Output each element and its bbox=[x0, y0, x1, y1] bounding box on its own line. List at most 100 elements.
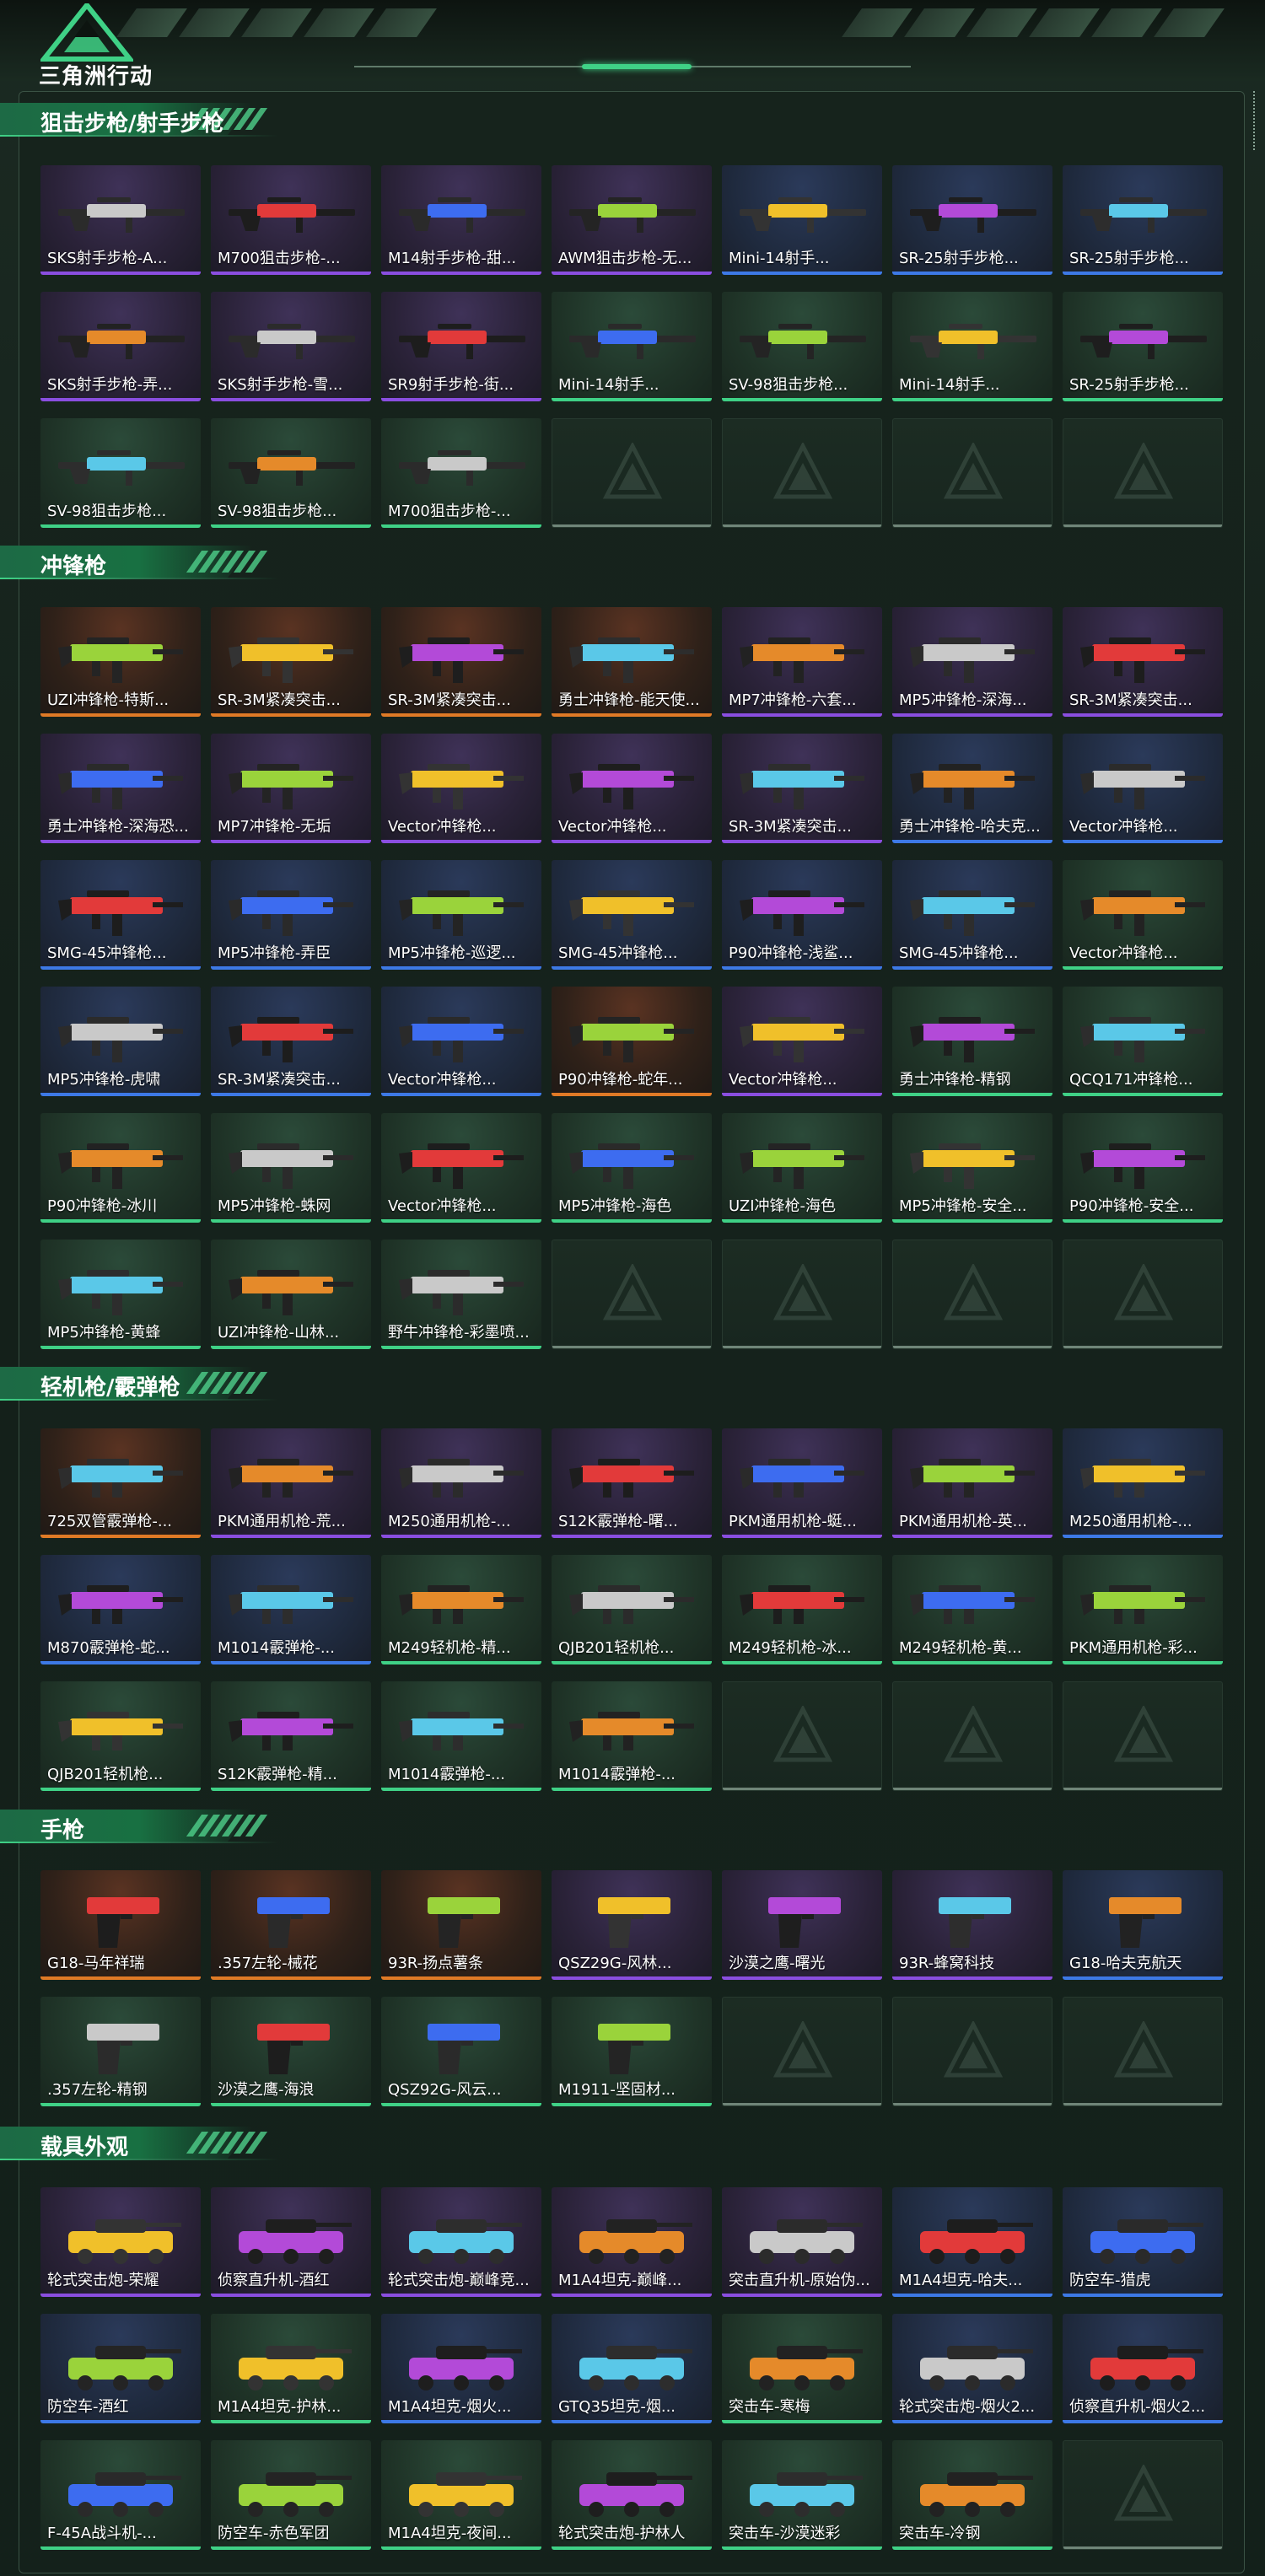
item-card[interactable]: 突击车-寒梅 bbox=[722, 2314, 882, 2423]
item-card[interactable]: Mini-14射手... bbox=[552, 292, 712, 401]
item-card[interactable]: SKS射手步枪-雪... bbox=[211, 292, 371, 401]
item-card[interactable]: SMG-45冲锋枪... bbox=[892, 860, 1052, 970]
item-card[interactable]: G18-哈夫克航天 bbox=[1063, 1870, 1223, 1980]
item-card[interactable]: QJB201轻机枪... bbox=[40, 1681, 201, 1791]
item-card[interactable]: M1014霰弹枪-... bbox=[552, 1681, 712, 1791]
item-card[interactable]: UZI冲锋枪-海色 bbox=[722, 1113, 882, 1223]
item-card[interactable]: M1A4坦克-护林... bbox=[211, 2314, 371, 2423]
item-card[interactable]: PKM通用机枪-蜓... bbox=[722, 1428, 882, 1538]
item-card[interactable]: SMG-45冲锋枪... bbox=[552, 860, 712, 970]
item-card[interactable]: M1A4坦克-夜间... bbox=[381, 2440, 541, 2550]
item-card[interactable]: QJB201轻机枪... bbox=[552, 1555, 712, 1664]
item-card[interactable]: M249轻机枪-精... bbox=[381, 1555, 541, 1664]
item-card[interactable]: Mini-14射手... bbox=[722, 165, 882, 275]
item-card[interactable]: .357左轮-械花 bbox=[211, 1870, 371, 1980]
item-card[interactable]: SKS射手步枪-弄... bbox=[40, 292, 201, 401]
item-card[interactable]: 勇士冲锋枪-哈夫克... bbox=[892, 734, 1052, 843]
item-card[interactable]: M14射手步枪-甜... bbox=[381, 165, 541, 275]
item-card[interactable]: .357左轮-精钢 bbox=[40, 1997, 201, 2106]
item-card[interactable]: 勇士冲锋枪-深海恐... bbox=[40, 734, 201, 843]
item-card[interactable]: 轮式突击炮-巅峰竞... bbox=[381, 2187, 541, 2297]
item-card[interactable]: MP5冲锋枪-蛛网 bbox=[211, 1113, 371, 1223]
item-card[interactable]: SR-3M紧凑突击... bbox=[381, 607, 541, 717]
item-card[interactable]: SV-98狙击步枪... bbox=[722, 292, 882, 401]
item-card[interactable]: S12K霰弹枪-曙... bbox=[552, 1428, 712, 1538]
item-card[interactable]: MP5冲锋枪-安全... bbox=[892, 1113, 1052, 1223]
item-card[interactable]: S12K霰弹枪-精... bbox=[211, 1681, 371, 1791]
item-card[interactable]: 93R-扬点薯条 bbox=[381, 1870, 541, 1980]
item-card[interactable]: Vector冲锋枪... bbox=[722, 987, 882, 1096]
item-card[interactable]: G18-马年祥瑞 bbox=[40, 1870, 201, 1980]
item-card[interactable]: P90冲锋枪-冰川 bbox=[40, 1113, 201, 1223]
item-card[interactable]: Vector冲锋枪... bbox=[1063, 734, 1223, 843]
item-card[interactable]: M250通用机枪-... bbox=[1063, 1428, 1223, 1538]
item-card[interactable]: MP5冲锋枪-黄蜂 bbox=[40, 1240, 201, 1349]
item-card[interactable]: SR-25射手步枪... bbox=[1063, 292, 1223, 401]
item-card[interactable]: 轮式突击炮-荣耀 bbox=[40, 2187, 201, 2297]
item-card[interactable]: SV-98狙击步枪... bbox=[40, 418, 201, 528]
item-card[interactable]: M249轻机枪-冰... bbox=[722, 1555, 882, 1664]
item-card[interactable]: UZI冲锋枪-特斯... bbox=[40, 607, 201, 717]
item-card[interactable]: M1A4坦克-巅峰... bbox=[552, 2187, 712, 2297]
item-card[interactable]: 勇士冲锋枪-精钢 bbox=[892, 987, 1052, 1096]
item-card[interactable]: SR-25射手步枪... bbox=[1063, 165, 1223, 275]
item-card[interactable]: Vector冲锋枪... bbox=[381, 734, 541, 843]
scrollbar[interactable] bbox=[1253, 91, 1260, 150]
item-card[interactable]: M1911-坚固材... bbox=[552, 1997, 712, 2106]
item-card[interactable]: 突击车-冷钢 bbox=[892, 2440, 1052, 2550]
item-card[interactable]: 突击车-沙漠迷彩 bbox=[722, 2440, 882, 2550]
item-card[interactable]: QSZ29G-风林... bbox=[552, 1870, 712, 1980]
item-card[interactable]: SR9射手步枪-街... bbox=[381, 292, 541, 401]
item-card[interactable]: SR-3M紧凑突击... bbox=[211, 987, 371, 1096]
item-card[interactable]: 防空车-猎虎 bbox=[1063, 2187, 1223, 2297]
item-card[interactable]: M700狙击步枪-... bbox=[211, 165, 371, 275]
item-card[interactable]: 沙漠之鹰-曙光 bbox=[722, 1870, 882, 1980]
item-card[interactable]: 突击直升机-原始伪... bbox=[722, 2187, 882, 2297]
item-card[interactable]: 93R-蜂窝科技 bbox=[892, 1870, 1052, 1980]
item-card[interactable]: Vector冲锋枪... bbox=[1063, 860, 1223, 970]
item-card[interactable]: P90冲锋枪-蛇年... bbox=[552, 987, 712, 1096]
item-card[interactable]: PKM通用机枪-英... bbox=[892, 1428, 1052, 1538]
item-card[interactable]: MP5冲锋枪-深海... bbox=[892, 607, 1052, 717]
item-card[interactable]: SV-98狙击步枪... bbox=[211, 418, 371, 528]
item-card[interactable]: QCQ171冲锋枪... bbox=[1063, 987, 1223, 1096]
item-card[interactable]: M1014霰弹枪-... bbox=[381, 1681, 541, 1791]
item-card[interactable]: SR-25射手步枪... bbox=[892, 165, 1052, 275]
item-card[interactable]: P90冲锋枪-安全... bbox=[1063, 1113, 1223, 1223]
item-card[interactable]: M249轻机枪-黄... bbox=[892, 1555, 1052, 1664]
item-card[interactable]: 沙漠之鹰-海浪 bbox=[211, 1997, 371, 2106]
item-card[interactable]: SR-3M紧凑突击... bbox=[1063, 607, 1223, 717]
item-card[interactable]: M1014霰弹枪-... bbox=[211, 1555, 371, 1664]
item-card[interactable]: 野牛冲锋枪-彩墨喷... bbox=[381, 1240, 541, 1349]
item-card[interactable]: Vector冲锋枪... bbox=[381, 987, 541, 1096]
item-card[interactable]: SR-3M紧凑突击... bbox=[722, 734, 882, 843]
item-card[interactable]: SMG-45冲锋枪... bbox=[40, 860, 201, 970]
item-card[interactable]: MP5冲锋枪-弄臣 bbox=[211, 860, 371, 970]
item-card[interactable]: 勇士冲锋枪-能天使... bbox=[552, 607, 712, 717]
item-card[interactable]: Vector冲锋枪... bbox=[381, 1113, 541, 1223]
item-card[interactable]: M870霰弹枪-蛇... bbox=[40, 1555, 201, 1664]
item-card[interactable]: AWM狙击步枪-无... bbox=[552, 165, 712, 275]
item-card[interactable]: 侦察直升机-酒红 bbox=[211, 2187, 371, 2297]
item-card[interactable]: 轮式突击炮-护林人 bbox=[552, 2440, 712, 2550]
item-card[interactable]: PKM通用机枪-彩... bbox=[1063, 1555, 1223, 1664]
item-card[interactable]: UZI冲锋枪-山林... bbox=[211, 1240, 371, 1349]
item-card[interactable]: M250通用机枪-... bbox=[381, 1428, 541, 1538]
item-card[interactable]: 轮式突击炮-烟火2... bbox=[892, 2314, 1052, 2423]
item-card[interactable]: MP7冲锋枪-六套... bbox=[722, 607, 882, 717]
item-card[interactable]: 侦察直升机-烟火2... bbox=[1063, 2314, 1223, 2423]
item-card[interactable]: F-45A战斗机-... bbox=[40, 2440, 201, 2550]
item-card[interactable]: SKS射手步枪-A... bbox=[40, 165, 201, 275]
item-card[interactable]: MP5冲锋枪-巡逻... bbox=[381, 860, 541, 970]
item-card[interactable]: PKM通用机枪-荒... bbox=[211, 1428, 371, 1538]
item-card[interactable]: MP7冲锋枪-无垢 bbox=[211, 734, 371, 843]
item-card[interactable]: SR-3M紧凑突击... bbox=[211, 607, 371, 717]
item-card[interactable]: M1A4坦克-烟火... bbox=[381, 2314, 541, 2423]
item-card[interactable]: MP5冲锋枪-海色 bbox=[552, 1113, 712, 1223]
item-card[interactable]: M700狙击步枪-... bbox=[381, 418, 541, 528]
item-card[interactable]: 725双管霰弹枪-... bbox=[40, 1428, 201, 1538]
item-card[interactable]: QSZ92G-风云... bbox=[381, 1997, 541, 2106]
item-card[interactable]: 防空车-酒红 bbox=[40, 2314, 201, 2423]
item-card[interactable]: 防空车-赤色军团 bbox=[211, 2440, 371, 2550]
item-card[interactable]: M1A4坦克-哈夫... bbox=[892, 2187, 1052, 2297]
